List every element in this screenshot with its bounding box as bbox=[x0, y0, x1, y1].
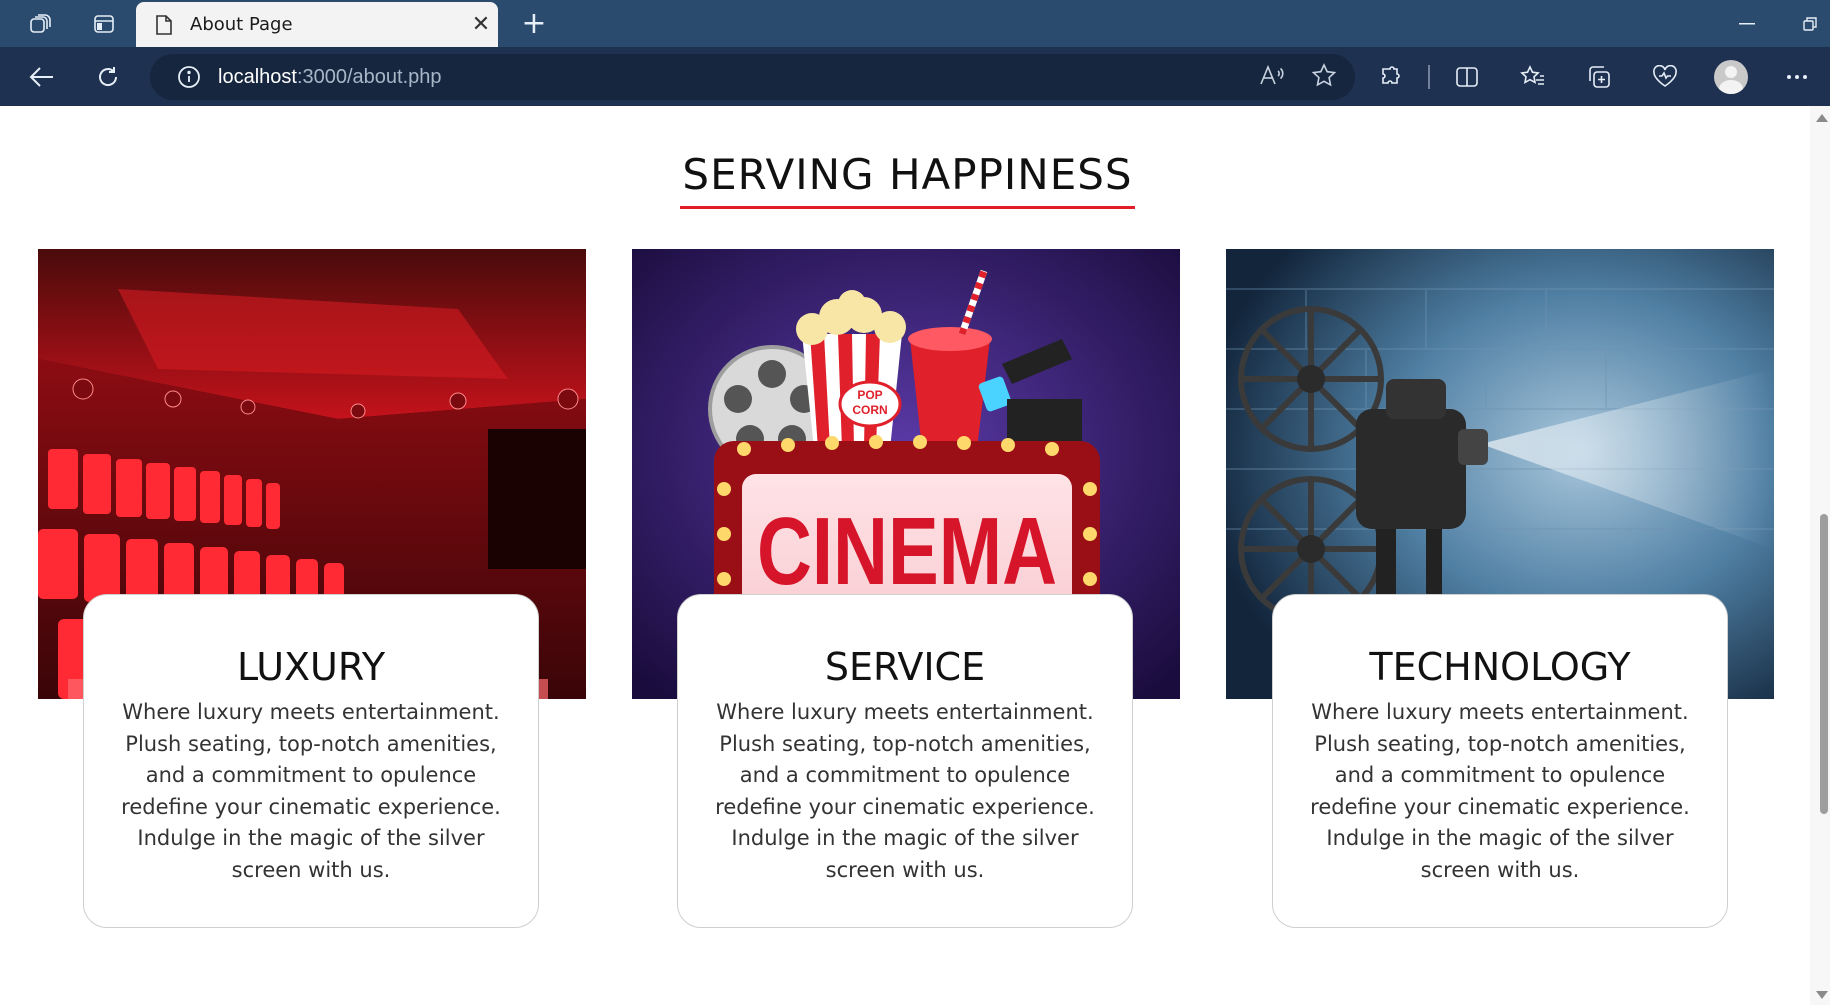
url-text: localhost:3000/about.php bbox=[218, 66, 442, 89]
read-aloud-icon[interactable] bbox=[1259, 64, 1285, 90]
scroll-thumb[interactable] bbox=[1820, 514, 1828, 814]
scroll-up-icon[interactable] bbox=[1816, 114, 1828, 122]
card-description: Where luxury meets entertainment. Plush … bbox=[121, 700, 501, 882]
popcorn-label-2: CORN bbox=[852, 403, 887, 417]
refresh-icon[interactable] bbox=[82, 55, 134, 99]
avatar bbox=[1714, 59, 1748, 94]
favorite-star-icon[interactable] bbox=[1311, 63, 1337, 91]
card-title: LUXURY bbox=[236, 645, 386, 689]
toolbar-divider bbox=[1428, 64, 1430, 89]
vertical-scrollbar[interactable] bbox=[1810, 106, 1830, 1005]
restore-icon[interactable] bbox=[1790, 0, 1830, 47]
page-heading: SERVING HAPPINESS bbox=[682, 150, 1133, 199]
site-info-icon[interactable] bbox=[174, 65, 204, 89]
url-path: :3000/about.php bbox=[296, 65, 442, 88]
page-icon bbox=[154, 13, 174, 37]
card-title: TECHNOLOGY bbox=[1369, 645, 1631, 689]
cinema-sign-text: CINEMA bbox=[757, 498, 1057, 605]
split-screen-icon[interactable] bbox=[1434, 47, 1500, 106]
feature-card-service: SERVICE Where luxury meets entertainment… bbox=[677, 594, 1133, 928]
card-description: Where luxury meets entertainment. Plush … bbox=[715, 700, 1095, 882]
browser-essentials-icon[interactable] bbox=[1632, 47, 1698, 106]
browser-toolbar: localhost:3000/about.php bbox=[0, 47, 1830, 106]
back-icon[interactable] bbox=[16, 55, 68, 99]
minimize-icon[interactable] bbox=[1722, 0, 1772, 47]
close-tab-icon[interactable]: ✕ bbox=[464, 12, 498, 37]
profile-avatar[interactable] bbox=[1698, 47, 1764, 106]
heading-underline bbox=[680, 206, 1135, 209]
extensions-icon[interactable] bbox=[1358, 47, 1424, 106]
tab-actions-icon[interactable] bbox=[78, 0, 130, 47]
new-tab-icon[interactable]: + bbox=[506, 0, 562, 47]
tab-about-page[interactable]: About Page ✕ bbox=[136, 2, 498, 47]
page-content: SERVING HAPPINESS POP CORN CINEMA LUXURY… bbox=[0, 106, 1810, 1005]
card-description: Where luxury meets entertainment. Plush … bbox=[1310, 700, 1690, 882]
scroll-down-icon[interactable] bbox=[1816, 991, 1828, 999]
tab-title: About Page bbox=[190, 14, 293, 35]
popcorn-label-1: POP bbox=[857, 388, 882, 402]
feature-card-luxury: LUXURY Where luxury meets entertainment.… bbox=[83, 594, 539, 928]
feature-card-technology: TECHNOLOGY Where luxury meets entertainm… bbox=[1272, 594, 1728, 928]
card-title: SERVICE bbox=[824, 645, 986, 689]
address-bar[interactable]: localhost:3000/about.php bbox=[150, 54, 1355, 100]
favorites-icon[interactable] bbox=[1500, 47, 1566, 106]
url-host: localhost bbox=[218, 65, 297, 88]
settings-more-icon[interactable] bbox=[1764, 47, 1830, 106]
workspaces-icon[interactable] bbox=[14, 0, 66, 47]
collections-icon[interactable] bbox=[1566, 47, 1632, 106]
